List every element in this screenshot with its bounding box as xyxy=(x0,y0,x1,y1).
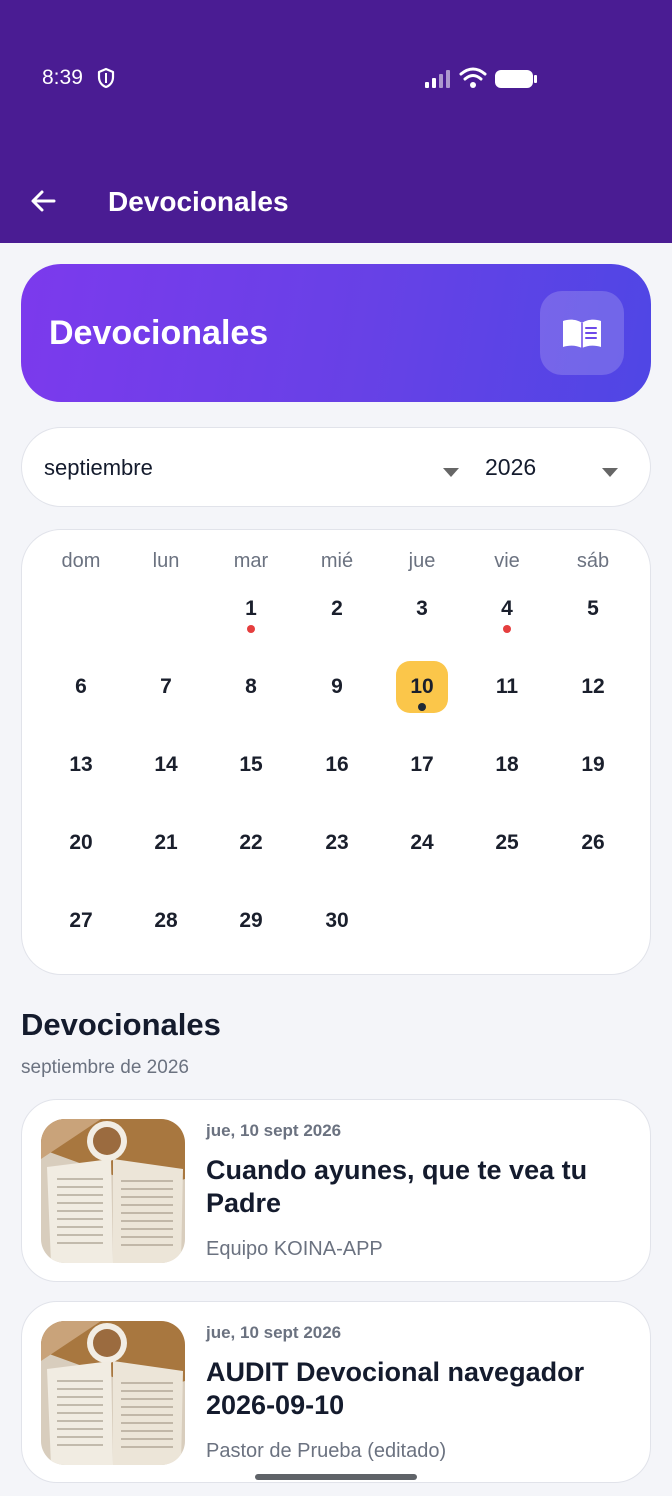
status-time: 8:39 xyxy=(42,66,83,89)
month-dropdown[interactable]: septiembre xyxy=(44,455,153,481)
devotional-title: Cuando ayunes, que te vea tu Padre xyxy=(206,1155,588,1218)
home-indicator[interactable] xyxy=(255,1474,417,1480)
calendar-day[interactable]: 21 xyxy=(140,817,192,869)
calendar-day[interactable]: 16 xyxy=(311,739,363,791)
calendar-day[interactable]: 17 xyxy=(396,739,448,791)
calendar-day[interactable]: 19 xyxy=(567,739,619,791)
calendar-day[interactable]: 20 xyxy=(55,817,107,869)
calendar-day[interactable]: 24 xyxy=(396,817,448,869)
devotional-thumbnail xyxy=(41,1321,185,1465)
wifi-icon xyxy=(459,67,487,94)
section-subtitle: septiembre de 2026 xyxy=(21,1057,189,1078)
chevron-down-icon[interactable] xyxy=(602,464,618,482)
calendar-day[interactable]: 2 xyxy=(311,583,363,635)
calendar-day[interactable]: 15 xyxy=(225,739,277,791)
weekday-label: mié xyxy=(320,550,354,572)
weekday-label: dom xyxy=(61,550,101,572)
book-icon xyxy=(540,291,624,375)
weekday-label: mar xyxy=(233,550,269,572)
devotional-date: jue, 10 sept 2026 xyxy=(206,1121,342,1140)
event-dot xyxy=(503,625,511,633)
calendar-day[interactable]: 8 xyxy=(225,661,277,713)
calendar-day[interactable]: 12 xyxy=(567,661,619,713)
calendar-day[interactable]: 25 xyxy=(481,817,533,869)
weekday-label: vie xyxy=(494,550,520,572)
app-bar-title: Devocionales xyxy=(108,186,289,217)
back-button[interactable] xyxy=(24,182,62,220)
weekday-label: jue xyxy=(408,550,436,572)
calendar-day[interactable]: 30 xyxy=(311,895,363,947)
calendar-day[interactable]: 23 xyxy=(311,817,363,869)
calendar-day[interactable]: 11 xyxy=(481,661,533,713)
calendar-day[interactable]: 3 xyxy=(396,583,448,635)
calendar-grid: dom lun mar mié jue vie sáb 1 2 3 4 5 6 7 8 9 10 11 12 13 14… xyxy=(21,529,651,975)
devotional-thumbnail xyxy=(41,1119,185,1263)
calendar-day[interactable]: 26 xyxy=(567,817,619,869)
hero-banner: Devocionales xyxy=(21,264,651,402)
devotional-author: Equipo KOINA-APP xyxy=(206,1238,383,1260)
devotional-card[interactable]: jue, 10 sept 2026 Cuando ayunes, que te … xyxy=(21,1099,651,1282)
top-app-bar: 8:39 Devocionales xyxy=(0,0,672,243)
weekday-label: lun xyxy=(152,550,180,572)
calendar-day[interactable]: 22 xyxy=(225,817,277,869)
arrow-left-icon xyxy=(31,190,56,212)
calendar-day[interactable]: 13 xyxy=(55,739,107,791)
hero-title: Devocionales xyxy=(49,314,269,352)
calendar-day[interactable]: 27 xyxy=(55,895,107,947)
year-dropdown[interactable]: 2026 xyxy=(485,454,536,481)
calendar-day[interactable]: 29 xyxy=(225,895,277,947)
devotional-card[interactable]: jue, 10 sept 2026 AUDIT Devocional naveg… xyxy=(21,1301,651,1483)
devotional-title: AUDIT Devocional navegador 2026-09-10 xyxy=(206,1357,585,1420)
event-dot xyxy=(418,703,426,711)
chevron-down-icon[interactable] xyxy=(443,464,459,482)
shield-icon xyxy=(96,67,116,94)
event-dot xyxy=(247,625,255,633)
calendar-day[interactable]: 9 xyxy=(311,661,363,713)
calendar-day[interactable]: 14 xyxy=(140,739,192,791)
calendar-day[interactable]: 18 xyxy=(481,739,533,791)
calendar-day[interactable]: 7 xyxy=(140,661,192,713)
signal-icon xyxy=(424,68,452,95)
devotional-author: Pastor de Prueba (editado) xyxy=(206,1440,447,1462)
section-title: Devocionales xyxy=(21,1007,221,1042)
battery-icon xyxy=(494,69,538,94)
month-year-selector: septiembre 2026 xyxy=(21,427,651,507)
calendar-day[interactable]: 28 xyxy=(140,895,192,947)
calendar-day[interactable]: 5 xyxy=(567,583,619,635)
devotional-date: jue, 10 sept 2026 xyxy=(206,1323,342,1342)
status-bar: 8:39 xyxy=(0,0,672,160)
weekday-label: sáb xyxy=(576,550,610,572)
calendar-day[interactable]: 6 xyxy=(55,661,107,713)
